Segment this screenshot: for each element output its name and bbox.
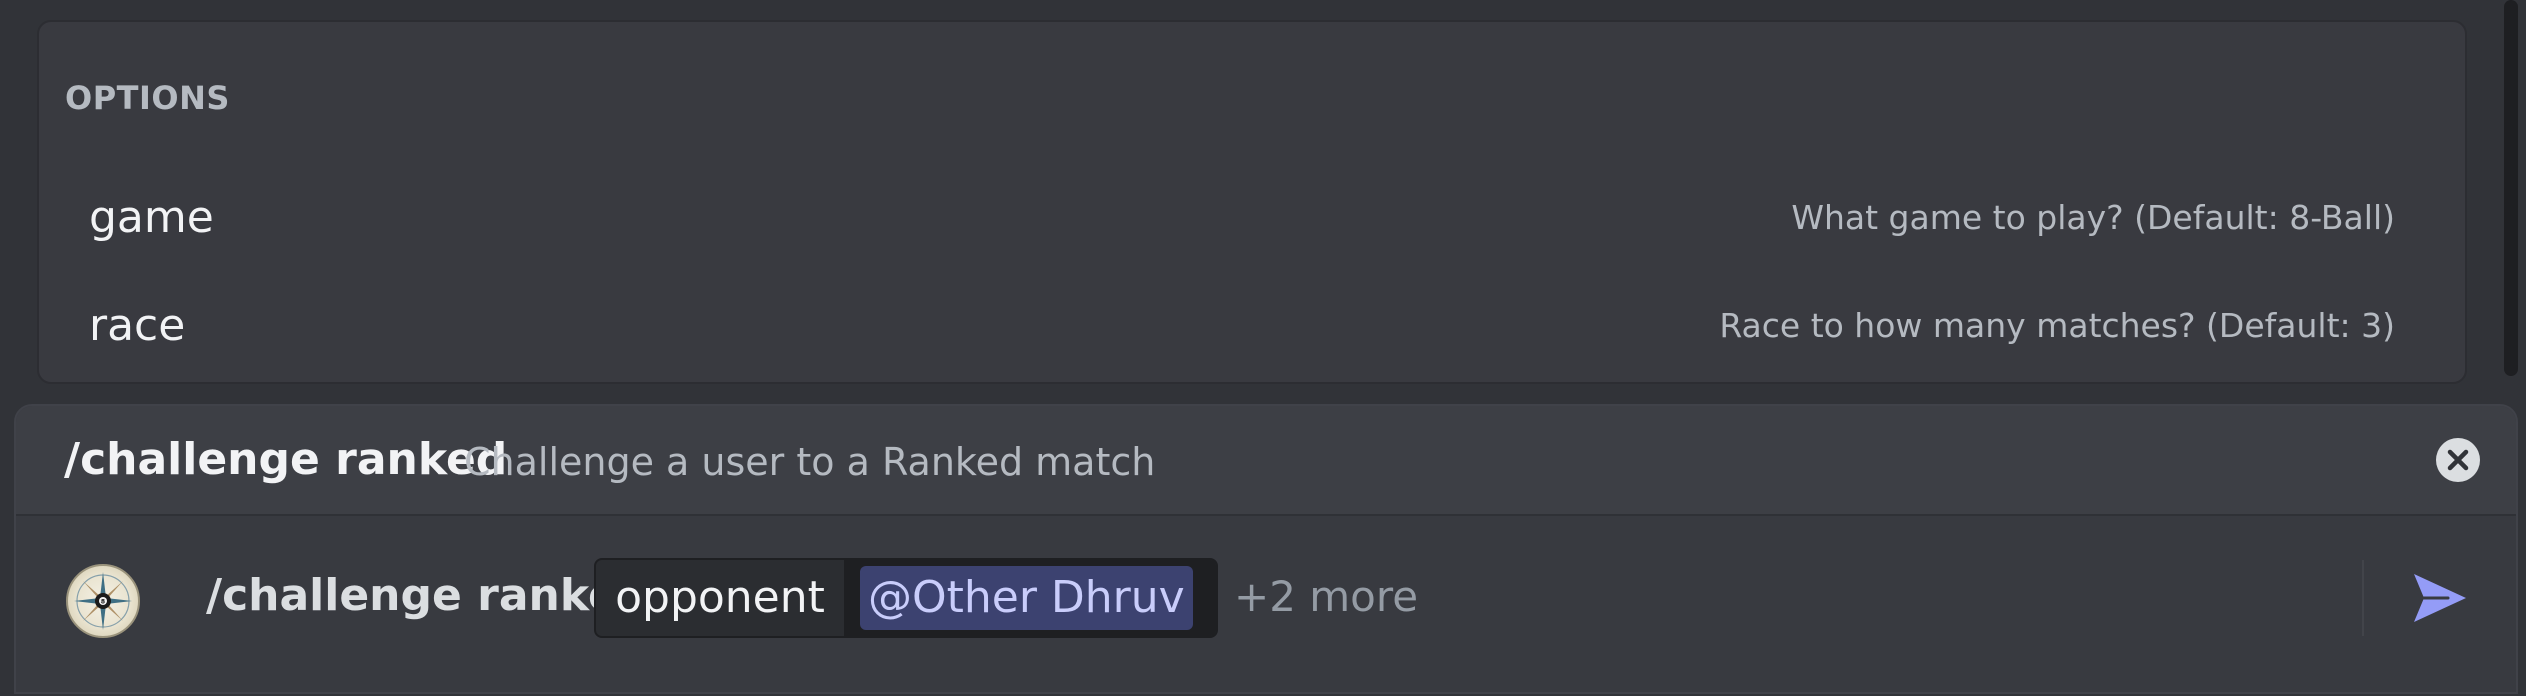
options-popup: OPTIONS game What game to play? (Default… xyxy=(37,20,2467,384)
typed-command[interactable]: /challenge ranked xyxy=(206,571,649,620)
svg-text:8: 8 xyxy=(101,599,105,606)
send-button[interactable] xyxy=(2408,566,2472,630)
option-name: game xyxy=(89,192,214,243)
divider xyxy=(2362,560,2364,636)
option-description: What game to play? (Default: 8-Ball) xyxy=(1791,198,2395,237)
command-description: Challenge a user to a Ranked match xyxy=(464,440,1156,484)
command-header: /challenge ranked Challenge a user to a … xyxy=(16,406,2516,516)
options-heading: OPTIONS xyxy=(65,79,230,117)
parameter-value[interactable]: @Other Dhruv xyxy=(844,560,1216,636)
compass-icon: 8 xyxy=(74,572,132,630)
message-input-row[interactable]: 8 /challenge ranked opponent @Other Dhru… xyxy=(16,516,2516,692)
option-item-game[interactable]: game What game to play? (Default: 8-Ball… xyxy=(41,180,2465,260)
option-name: race xyxy=(89,300,186,351)
command-name: /challenge ranked xyxy=(64,434,508,485)
user-mention[interactable]: @Other Dhruv xyxy=(860,566,1193,630)
option-item-race[interactable]: race Race to how many matches? (Default:… xyxy=(41,288,2465,368)
more-options-count[interactable]: +2 more xyxy=(1234,573,1418,620)
close-icon xyxy=(2447,449,2469,471)
option-parameter-chip[interactable]: opponent @Other Dhruv xyxy=(594,558,1218,638)
send-arrow-icon xyxy=(2414,574,2466,622)
scrollbar-thumb[interactable] xyxy=(2504,0,2518,376)
scrollbar[interactable] xyxy=(2498,0,2520,384)
avatar[interactable]: 8 xyxy=(66,564,140,638)
app-root: OPTIONS game What game to play? (Default… xyxy=(0,0,2526,696)
command-composer: /challenge ranked Challenge a user to a … xyxy=(14,404,2518,694)
parameter-name: opponent xyxy=(615,572,825,623)
option-description: Race to how many matches? (Default: 3) xyxy=(1719,306,2395,345)
close-button[interactable] xyxy=(2436,438,2480,482)
